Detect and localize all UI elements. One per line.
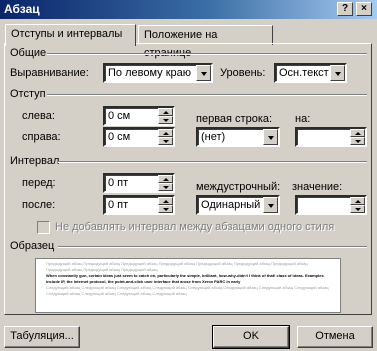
spin-down-icon[interactable]	[158, 205, 173, 213]
alignment-select[interactable]: По левому краю	[103, 63, 213, 83]
line-spacing-select[interactable]: Одинарный	[196, 195, 280, 215]
first-line-value: (нет)	[201, 131, 226, 143]
first-line-label: первая строка:	[196, 113, 273, 125]
ok-button[interactable]: OK	[212, 325, 290, 349]
chevron-down-icon[interactable]	[196, 65, 211, 81]
before-value: 0 пт	[108, 177, 129, 189]
chevron-down-icon[interactable]	[330, 65, 345, 81]
window-title: Абзац	[4, 2, 40, 16]
spin-up-icon[interactable]	[158, 175, 173, 183]
chevron-down-icon[interactable]	[263, 197, 278, 213]
chevron-down-icon[interactable]	[263, 129, 278, 145]
preview-next-paragraph: Следующий абзац Следующий абзац Следующи…	[46, 285, 329, 296]
level-select[interactable]: Осн.текст	[274, 63, 347, 83]
spin-down-icon[interactable]	[158, 116, 173, 124]
help-button[interactable]: ?	[337, 2, 353, 16]
line-spacing-label: междустрочный:	[196, 181, 281, 193]
spacing-divider	[58, 161, 367, 163]
spin-up-icon[interactable]	[350, 197, 365, 205]
general-group-title: Общие	[10, 47, 47, 59]
line-spacing-value: Одинарный	[201, 199, 261, 211]
no-space-same-style-label: Не добавлять интервал между абзацами одн…	[55, 221, 335, 233]
spin-down-icon[interactable]	[158, 183, 173, 191]
after-value: 0 пт	[108, 199, 129, 211]
spin-up-icon[interactable]	[158, 129, 173, 137]
left-indent-label: слева:	[22, 110, 55, 122]
level-label: Уровень:	[220, 67, 266, 79]
right-indent-label: справа:	[22, 131, 61, 143]
at-label: значение:	[292, 181, 343, 193]
preview-divider	[58, 246, 367, 248]
spin-up-icon[interactable]	[350, 129, 365, 137]
right-indent-stepper[interactable]: 0 см	[103, 127, 175, 147]
spin-up-icon[interactable]	[158, 197, 173, 205]
level-value: Осн.текст	[279, 67, 329, 79]
preview-previous-paragraph: Предыдущий абзац Предыдущий абзац Предыд…	[46, 261, 308, 272]
at-stepper[interactable]	[295, 195, 367, 215]
right-indent-value: 0 см	[108, 131, 131, 143]
alignment-value: По левому краю	[108, 67, 191, 79]
by-label: на:	[295, 113, 311, 125]
tabs-button[interactable]: Табуляция...	[4, 326, 80, 348]
title-bar: Абзац ? ×	[0, 0, 377, 19]
left-indent-stepper[interactable]: 0 см	[103, 106, 175, 126]
alignment-label: Выравнивание:	[10, 67, 89, 79]
before-stepper[interactable]: 0 пт	[103, 173, 175, 193]
spacing-group-title: Интервал	[10, 155, 60, 167]
preview-current-paragraph: When constantly gun, certain ideas just …	[46, 273, 324, 284]
spin-down-icon[interactable]	[350, 205, 365, 213]
spin-down-icon[interactable]	[350, 137, 365, 145]
after-label: после:	[22, 199, 56, 211]
general-divider	[47, 53, 367, 55]
before-label: перед:	[22, 177, 56, 189]
spin-up-icon[interactable]	[158, 108, 173, 116]
first-line-select[interactable]: (нет)	[196, 127, 280, 147]
left-indent-value: 0 см	[108, 110, 131, 122]
paragraph-preview: Предыдущий абзац Предыдущий абзац Предыд…	[35, 258, 341, 313]
no-space-same-style-checkbox[interactable]	[37, 221, 50, 234]
after-stepper[interactable]: 0 пт	[103, 195, 175, 215]
tab-indents-spacing[interactable]: Отступы и интервалы	[5, 24, 136, 46]
cancel-button[interactable]: Отмена	[297, 326, 373, 348]
close-button[interactable]: ×	[356, 2, 372, 16]
indent-group-title: Отступ	[10, 88, 46, 100]
indent-divider	[47, 94, 367, 96]
by-stepper[interactable]	[295, 127, 367, 147]
preview-group-title: Образец	[10, 240, 55, 252]
spin-down-icon[interactable]	[158, 137, 173, 145]
tab-line-page-breaks[interactable]: Положение на странице	[138, 25, 273, 59]
